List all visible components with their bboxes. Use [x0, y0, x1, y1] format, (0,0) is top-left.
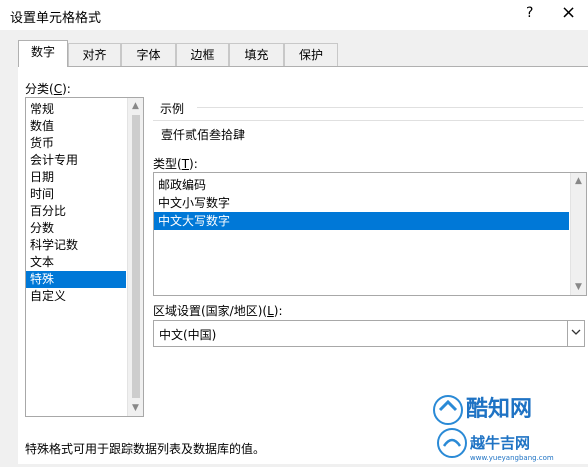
type-list[interactable]: 邮政编码 中文小写数字 中文大写数字 ▲ ▼ [153, 172, 587, 296]
tab-fill[interactable]: 填充 [229, 43, 284, 66]
type-label-text: 类型 [153, 157, 178, 171]
category-item-special[interactable]: 特殊 [26, 271, 126, 288]
category-item-time[interactable]: 时间 [26, 186, 126, 203]
category-item-general[interactable]: 常规 [26, 101, 126, 118]
category-hotkey: C [53, 82, 63, 96]
type-item-chinese-lowercase[interactable]: 中文小写数字 [154, 194, 569, 212]
category-item-accounting[interactable]: 会计专用 [26, 152, 126, 169]
scroll-up-icon[interactable]: ▲ [571, 173, 586, 189]
type-hotkey: T [181, 157, 190, 171]
tab-font[interactable]: 字体 [121, 43, 176, 66]
locale-label: 区域设置(国家/地区)(L): [153, 304, 283, 318]
svg-text:www.yueyangbang.com: www.yueyangbang.com [470, 454, 554, 462]
type-item-chinese-uppercase[interactable]: 中文大写数字 [154, 212, 569, 230]
help-button[interactable]: ? [526, 5, 533, 21]
sample-label: 示例 [160, 102, 185, 116]
category-item-date[interactable]: 日期 [26, 169, 126, 186]
scroll-up-icon[interactable]: ▲ [128, 98, 143, 114]
locale-hotkey: L [267, 304, 274, 318]
title-bar[interactable]: 设置单元格格式 ? × [0, 0, 588, 30]
chevron-down-icon[interactable] [567, 321, 584, 346]
tab-protection[interactable]: 保护 [284, 43, 338, 66]
category-item-percentage[interactable]: 百分比 [26, 203, 126, 220]
tab-number[interactable]: 数字 [18, 40, 68, 67]
category-item-scientific[interactable]: 科学记数 [26, 237, 126, 254]
close-button[interactable]: × [561, 2, 576, 23]
watermark-logo: 酷知网 越牛吉网 www.yueyangbang.com [430, 388, 588, 464]
tab-border[interactable]: 边框 [176, 43, 229, 66]
sample-group-divider [197, 107, 583, 108]
svg-text:酷知网: 酷知网 [466, 396, 532, 422]
dialog-title: 设置单元格格式 [10, 11, 102, 26]
locale-select[interactable]: 中文(中国) [153, 320, 585, 347]
format-description: 特殊格式可用于跟踪数据列表及数据库的值。 [25, 442, 266, 456]
locale-label-text: 区域设置(国家/地区) [153, 304, 263, 318]
scroll-down-icon[interactable]: ▼ [571, 279, 586, 295]
category-label: 分类(C): [25, 82, 71, 96]
category-list[interactable]: 常规 数值 货币 会计专用 日期 时间 百分比 分数 科学记数 文本 特殊 自定… [25, 97, 144, 417]
svg-text:越牛吉网: 越牛吉网 [469, 434, 530, 452]
category-item-fraction[interactable]: 分数 [26, 220, 126, 237]
type-scrollbar[interactable]: ▲ ▼ [570, 173, 586, 295]
category-item-custom[interactable]: 自定义 [26, 288, 126, 305]
format-cells-dialog: 设置单元格格式 ? × 数字 对齐 字体 边框 填充 保护 分类(C): 常规 … [0, 0, 588, 464]
sample-value: 壹仟贰佰叁拾肆 [161, 128, 246, 142]
type-item-postal-code[interactable]: 邮政编码 [154, 176, 569, 194]
sample-box: 壹仟贰佰叁拾肆 [153, 120, 584, 146]
category-item-number[interactable]: 数值 [26, 118, 126, 135]
type-label: 类型(T): [153, 157, 198, 171]
tab-alignment[interactable]: 对齐 [68, 43, 121, 66]
category-label-text: 分类 [25, 82, 50, 96]
category-item-text[interactable]: 文本 [26, 254, 126, 271]
locale-value: 中文(中国) [159, 328, 217, 342]
category-scrollbar[interactable]: ▲ ▼ [127, 98, 143, 416]
category-scroll-thumb[interactable] [132, 115, 140, 398]
category-item-currency[interactable]: 货币 [26, 135, 126, 152]
scroll-down-icon[interactable]: ▼ [128, 400, 143, 416]
